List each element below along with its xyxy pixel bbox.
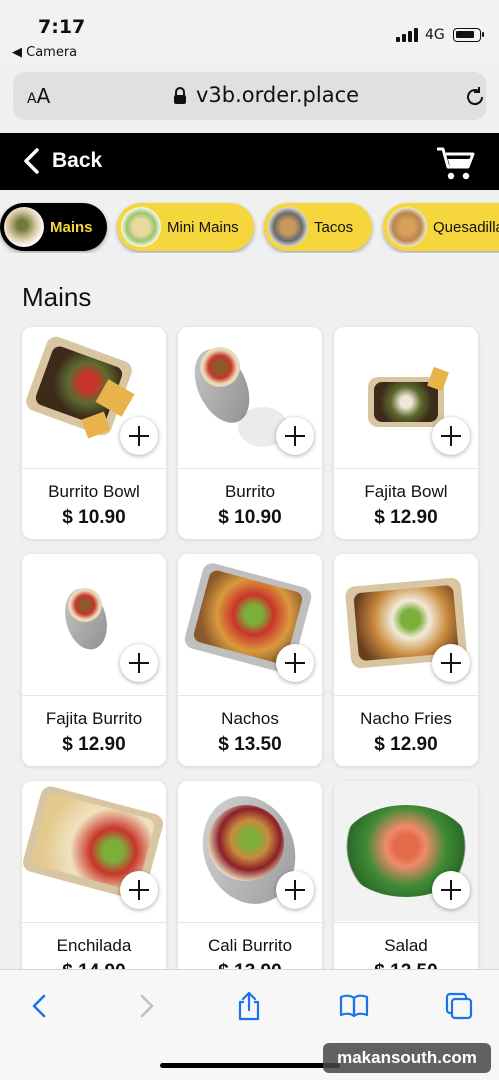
- category-chip-mains[interactable]: Mains: [0, 203, 107, 251]
- signal-icon: [396, 28, 420, 42]
- chevron-left-icon: [24, 148, 39, 174]
- item-name: Nachos: [221, 709, 279, 728]
- card-divider: [334, 468, 478, 469]
- menu-card-nacho-fries[interactable]: Nacho Fries $ 12.90: [334, 554, 478, 766]
- add-cali-burrito-button[interactable]: [276, 871, 314, 909]
- card-divider: [334, 695, 478, 696]
- add-nachos-button[interactable]: [276, 644, 314, 682]
- back-label: Back: [52, 149, 103, 172]
- tacos-thumbnail: [268, 207, 308, 247]
- add-burrito-bowl-button[interactable]: [120, 417, 158, 455]
- item-price: $ 12.90: [374, 734, 438, 755]
- add-nacho-fries-button[interactable]: [432, 644, 470, 682]
- item-price: $ 10.90: [62, 507, 126, 528]
- reload-icon[interactable]: [464, 86, 486, 108]
- share-icon[interactable]: [233, 990, 265, 1022]
- menu-card-salad[interactable]: Salad $ 12.50: [334, 781, 478, 993]
- add-salad-button[interactable]: [432, 871, 470, 909]
- quesadilla-thumbnail: [387, 207, 427, 247]
- menu-card-burrito-bowl[interactable]: Burrito Bowl $ 10.90: [22, 327, 166, 539]
- add-enchilada-button[interactable]: [120, 871, 158, 909]
- menu-card-enchilada[interactable]: Enchilada $ 14.90: [22, 781, 166, 993]
- category-bar: Mains Mini Mains Tacos Quesadilla: [0, 201, 499, 253]
- category-chip-quesadilla[interactable]: Quesadilla: [383, 203, 499, 251]
- category-chip-tacos[interactable]: Tacos: [264, 203, 372, 251]
- mains-thumbnail: [4, 207, 44, 247]
- item-name: Enchilada: [56, 936, 132, 955]
- card-divider: [178, 922, 322, 923]
- card-divider: [334, 922, 478, 923]
- text-size-button[interactable]: AA: [27, 84, 50, 108]
- status-time: 7:17: [38, 16, 86, 38]
- tabs-icon[interactable]: [443, 990, 475, 1022]
- category-label: Tacos: [314, 218, 354, 236]
- battery-icon: [453, 28, 484, 42]
- item-name: Burrito: [224, 482, 276, 501]
- add-burrito-button[interactable]: [276, 417, 314, 455]
- card-divider: [22, 468, 166, 469]
- item-name: Fajita Burrito: [45, 709, 143, 728]
- item-name: Burrito Bowl: [48, 482, 140, 501]
- address-bar[interactable]: AA v3b.order.place: [13, 72, 486, 120]
- item-name: Cali Burrito: [207, 936, 293, 955]
- url-text[interactable]: v3b.order.place: [196, 83, 359, 107]
- chevron-left-icon[interactable]: [24, 990, 56, 1022]
- card-divider: [22, 695, 166, 696]
- item-name: Nacho Fries: [360, 709, 452, 728]
- chevron-right-icon[interactable]: [130, 990, 162, 1022]
- back-to-camera-link[interactable]: ◀ Camera: [12, 45, 77, 60]
- card-divider: [22, 922, 166, 923]
- item-price: $ 10.90: [218, 507, 282, 528]
- add-fajita-bowl-button[interactable]: [432, 417, 470, 455]
- menu-card-nachos[interactable]: Nachos $ 13.50: [178, 554, 322, 766]
- status-bar: 7:17 ◀ Camera 4G: [0, 0, 499, 66]
- category-label: Mains: [50, 218, 93, 236]
- card-divider: [178, 468, 322, 469]
- item-price: $ 12.90: [62, 734, 126, 755]
- bookmarks-icon[interactable]: [338, 990, 370, 1022]
- add-fajita-burrito-button[interactable]: [120, 644, 158, 682]
- menu-card-cali-burrito[interactable]: Cali Burrito $ 13.90: [178, 781, 322, 993]
- menu-card-burrito[interactable]: Burrito $ 10.90: [178, 327, 322, 539]
- network-type: 4G: [425, 27, 445, 43]
- section-title: Mains: [22, 282, 92, 312]
- app-header: Back: [0, 133, 499, 190]
- back-button[interactable]: Back: [22, 145, 102, 177]
- category-label: Mini Mains: [167, 218, 239, 236]
- watermark: makansouth.com: [323, 1043, 491, 1073]
- item-name: Salad: [384, 936, 428, 955]
- item-price: $ 13.50: [218, 734, 282, 755]
- category-label: Quesadilla: [433, 218, 499, 236]
- lock-icon: [174, 87, 186, 104]
- menu-card-fajita-bowl[interactable]: Fajita Bowl $ 12.90: [334, 327, 478, 539]
- menu-card-fajita-burrito[interactable]: Fajita Burrito $ 12.90: [22, 554, 166, 766]
- home-indicator: [160, 1063, 340, 1068]
- cart-icon[interactable]: [436, 145, 476, 181]
- item-price: $ 12.90: [374, 507, 438, 528]
- item-name: Fajita Bowl: [364, 482, 448, 501]
- card-divider: [178, 695, 322, 696]
- mini-mains-thumbnail: [121, 207, 161, 247]
- category-chip-mini-mains[interactable]: Mini Mains: [117, 203, 254, 251]
